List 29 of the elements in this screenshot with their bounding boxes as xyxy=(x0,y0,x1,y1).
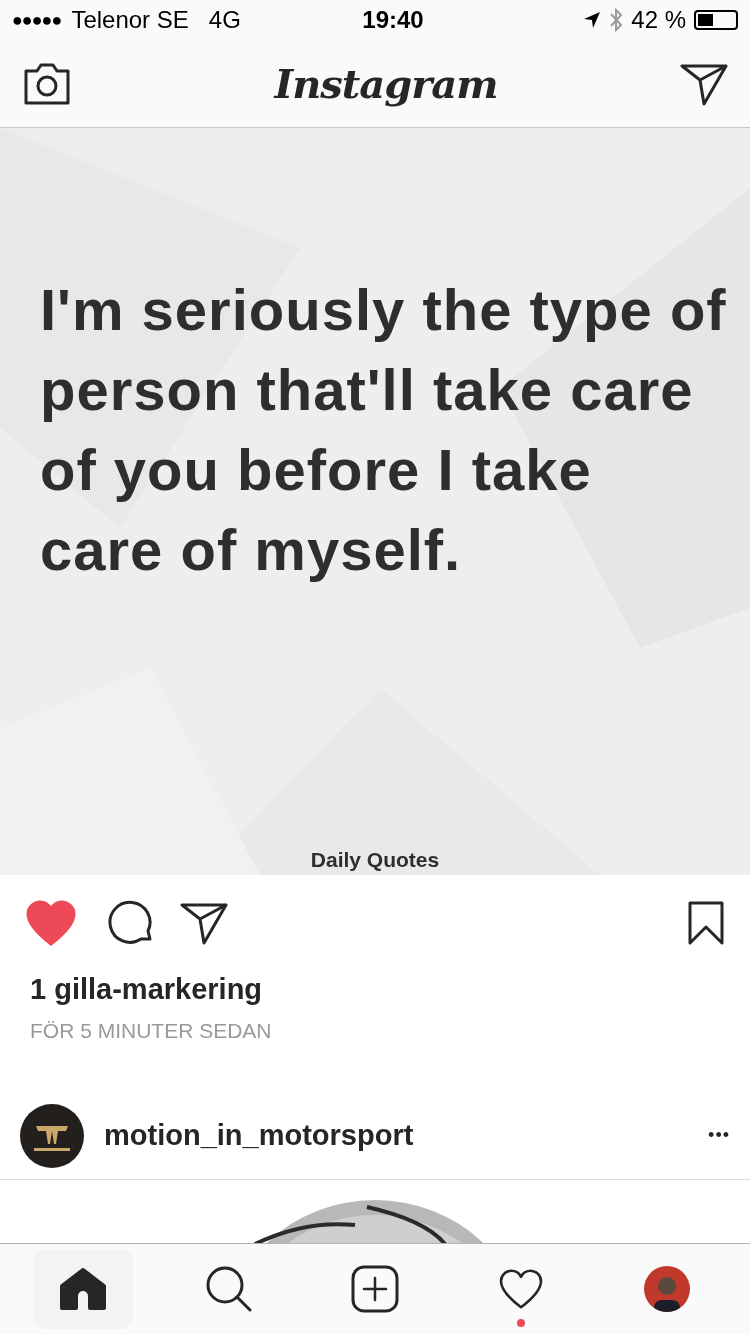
share-button[interactable] xyxy=(180,901,228,945)
account-avatar[interactable] xyxy=(20,1103,84,1168)
app-logo: Instagram xyxy=(274,58,498,109)
home-tab[interactable] xyxy=(33,1249,133,1329)
quote-text: I'm seriously the type of person that'll take care of you before I take care of myself. xyxy=(40,276,728,584)
more-options-button[interactable]: ••• xyxy=(708,1122,730,1149)
username-link[interactable]: motion_in_motorsport xyxy=(104,1113,414,1158)
heart-icon xyxy=(498,1269,544,1309)
network-type: 4G xyxy=(208,5,241,35)
post-time: FÖR 5 MINUTER SEDAN xyxy=(29,1018,273,1044)
quote-source: Daily Quotes xyxy=(309,847,441,873)
signal-indicator: ●●●●● xyxy=(12,8,62,32)
bluetooth-icon xyxy=(609,8,624,32)
paper-plane-icon xyxy=(180,901,228,945)
profile-avatar xyxy=(644,1266,690,1312)
carrier-name: Telenor SE xyxy=(71,5,189,35)
clock: 19:40 xyxy=(361,5,425,35)
add-icon xyxy=(351,1265,399,1313)
camera-button[interactable] xyxy=(22,62,72,105)
save-button[interactable] xyxy=(688,901,724,945)
camera-icon xyxy=(22,62,72,105)
location-icon xyxy=(583,11,602,29)
like-button[interactable] xyxy=(26,900,76,946)
home-icon xyxy=(60,1268,106,1310)
battery-percent: 42 % xyxy=(631,5,686,35)
search-icon xyxy=(206,1266,252,1312)
bookmark-icon xyxy=(688,901,724,945)
battery-icon xyxy=(694,10,738,30)
like-count: 1 gilla-markering xyxy=(29,972,264,1007)
